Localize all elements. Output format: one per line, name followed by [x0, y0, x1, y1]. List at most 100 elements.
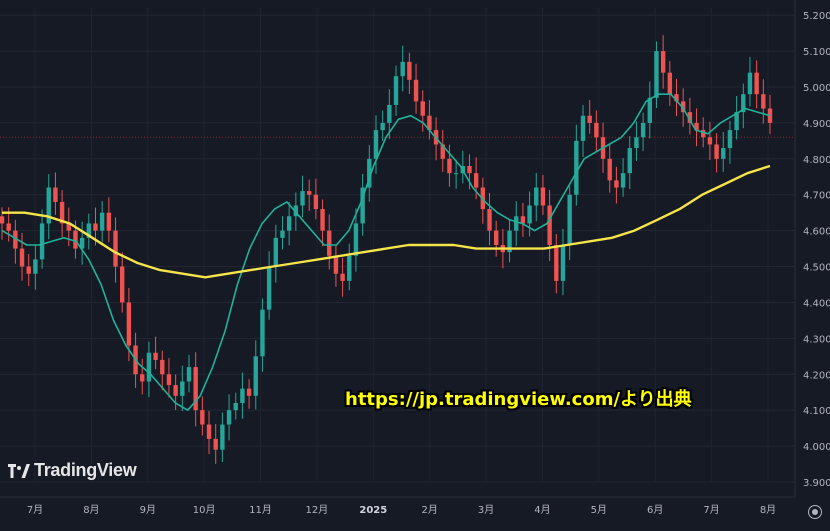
candle-body [93, 223, 98, 231]
candle-body [493, 230, 499, 245]
candle-body [146, 352, 152, 382]
candle-body [53, 187, 58, 202]
candle-body [126, 302, 132, 346]
candle-body [19, 248, 25, 267]
y-tick-label: 4.500% [803, 263, 830, 274]
candle-body [607, 158, 612, 181]
candle-body [160, 359, 165, 375]
candle-body [327, 230, 332, 256]
candle-body [353, 223, 359, 256]
candle-body [106, 212, 112, 231]
candle-body [260, 309, 265, 357]
y-tick-label: 4.400% [803, 298, 830, 309]
candle-body [453, 173, 459, 175]
candle-body [574, 140, 579, 195]
candle-body [467, 166, 472, 174]
candle-body [140, 374, 145, 382]
source-note: https://jp.tradingview.com/より出典 [345, 389, 692, 410]
candle-body [347, 255, 352, 281]
chart-root[interactable]: 5.200% 5.100% 5.000% 4.900% 4.800% 4.700% 4.60… [0, 0, 830, 531]
settings-icon[interactable] [808, 505, 822, 519]
y-tick-label: 4.100% [803, 406, 830, 417]
candle-body [307, 191, 312, 195]
candle-body [473, 173, 479, 188]
x-tick-label: 7月 [703, 504, 719, 516]
candle-body [313, 194, 319, 210]
candle-body [173, 385, 178, 396]
y-tick-label: 3.900% [803, 478, 830, 489]
x-tick-label: 2025 [359, 505, 387, 516]
x-tick-label: 10月 [193, 504, 216, 516]
tradingview-logo-icon [8, 463, 30, 478]
candle-body [226, 410, 232, 425]
candle-body [200, 410, 205, 425]
candle-body [373, 130, 379, 159]
x-tick-label: 8月 [83, 504, 99, 516]
candle-body [39, 223, 45, 260]
candle-body [273, 237, 279, 267]
candle-body [380, 122, 385, 131]
candle-body [714, 144, 719, 159]
candle-body [33, 259, 38, 274]
candle-body [26, 266, 31, 274]
candle-body [667, 72, 673, 95]
candle-body [220, 424, 225, 450]
candle-body [707, 137, 713, 145]
candle-body [527, 205, 532, 224]
y-tick-label: 4.700% [803, 191, 830, 202]
y-tick-label: 5.000% [803, 83, 830, 94]
candle-body [166, 374, 172, 386]
x-tick-label: 5月 [591, 504, 607, 516]
candle-body [540, 187, 546, 206]
candle-body [153, 352, 158, 360]
y-tick-label: 4.300% [803, 334, 830, 345]
candle-body [413, 79, 419, 102]
candle-body [186, 367, 192, 382]
x-tick-label: 7月 [27, 504, 43, 516]
y-tick-label: 5.200% [803, 11, 830, 22]
candle-body [520, 216, 526, 224]
candle-body [620, 173, 626, 188]
candle-body [560, 245, 566, 281]
candle-body [627, 148, 632, 174]
candle-body [547, 205, 552, 245]
candle-body [447, 158, 452, 174]
x-tick-label: 8月 [760, 504, 776, 516]
candle-body [99, 212, 105, 231]
x-tick-label: 3月 [478, 504, 494, 516]
candle-body [400, 61, 405, 77]
candle-body [387, 104, 392, 123]
candle-body [0, 216, 5, 224]
candle-body [727, 130, 733, 149]
x-tick-label: 12月 [306, 504, 329, 516]
candle-body [594, 122, 599, 138]
candle-body [580, 115, 586, 141]
candle-body [554, 245, 559, 281]
candle-body [614, 180, 619, 188]
candle-body [320, 209, 325, 231]
x-tick-label: 2月 [422, 504, 438, 516]
y-tick-label: 4.200% [803, 370, 830, 381]
candle-body [634, 137, 639, 149]
candle-body [514, 216, 519, 231]
candle-body [113, 230, 118, 267]
candle-body [761, 94, 766, 109]
candle-body [407, 61, 412, 80]
candle-body [487, 209, 492, 231]
candle-body [534, 187, 539, 206]
y-tick-label: 4.000% [803, 442, 830, 453]
candle-body [266, 266, 272, 310]
candle-body [233, 403, 238, 411]
candle-body [73, 230, 78, 249]
candle-body [333, 255, 339, 274]
x-tick-label: 6月 [647, 504, 663, 516]
candle-body [213, 438, 218, 450]
candle-body [420, 101, 425, 116]
candle-body [647, 97, 652, 123]
candle-body [340, 273, 345, 281]
candle-body [6, 223, 11, 231]
price-chart[interactable]: 5.200% 5.100% 5.000% 4.900% 4.800% 4.700% 4.60… [0, 0, 830, 531]
candle-body [246, 388, 252, 396]
y-tick-label: 5.100% [803, 47, 830, 58]
candle-body [747, 72, 753, 95]
